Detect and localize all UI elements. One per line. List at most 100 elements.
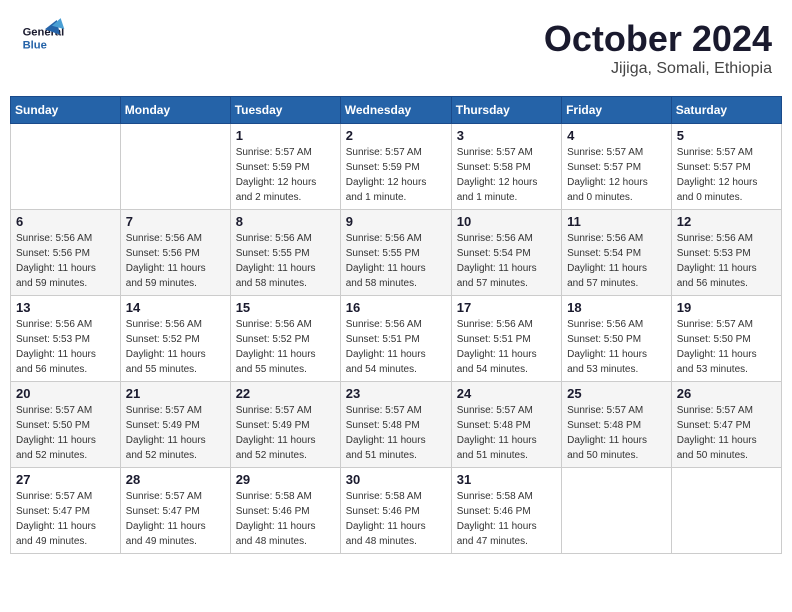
calendar-cell: 25 Sunrise: 5:57 AMSunset: 5:48 PMDayligh… — [562, 382, 672, 468]
day-info: Sunrise: 5:57 AMSunset: 5:58 PMDaylight:… — [457, 145, 556, 205]
calendar-cell — [11, 124, 121, 210]
day-number: 3 — [457, 128, 556, 143]
weekday-header-saturday: Saturday — [671, 97, 781, 124]
calendar-cell: 27Sunrise: 5:57 AMSunset: 5:47 PMDayligh… — [11, 468, 121, 554]
calendar-cell: 7Sunrise: 5:56 AMSunset: 5:56 PMDaylight… — [120, 210, 230, 296]
weekday-header-monday: Monday — [120, 97, 230, 124]
day-number: 31 — [457, 472, 556, 487]
day-info: Sunrise: 5:56 AMSunset: 5:54 PMDaylight:… — [567, 231, 666, 291]
calendar-cell: 10 Sunrise: 5:56 AMSunset: 5:54 PMDayligh… — [451, 210, 561, 296]
day-number: 9 — [346, 214, 446, 229]
title-block: October 2024 Jijiga, Somali, Ethiopia — [544, 18, 772, 78]
calendar-cell: 17Sunrise: 5:56 AMSunset: 5:51 PMDayligh… — [451, 296, 561, 382]
day-number: 28 — [126, 472, 225, 487]
day-number: 16 — [346, 300, 446, 315]
day-number: 10 — [457, 214, 556, 229]
calendar-week-row: 1 Sunrise: 5:57 AMSunset: 5:59 PMDaylight… — [11, 124, 782, 210]
calendar-cell — [671, 468, 781, 554]
day-info: Sunrise: 5:57 AMSunset: 5:59 PMDaylight:… — [346, 145, 446, 205]
calendar-cell: 29 Sunrise: 5:58 AMSunset: 5:46 PMDayligh… — [230, 468, 340, 554]
calendar-cell: 12 Sunrise: 5:56 AMSunset: 5:53 PMDayligh… — [671, 210, 781, 296]
calendar-week-row: 6 Sunrise: 5:56 AMSunset: 5:56 PMDaylight… — [11, 210, 782, 296]
calendar-cell: 9 Sunrise: 5:56 AMSunset: 5:55 PMDaylight… — [340, 210, 451, 296]
day-info: Sunrise: 5:57 AMSunset: 5:48 PMDaylight:… — [457, 403, 556, 463]
calendar-cell: 16 Sunrise: 5:56 AMSunset: 5:51 PMDayligh… — [340, 296, 451, 382]
weekday-header-thursday: Thursday — [451, 97, 561, 124]
calendar-cell: 15 Sunrise: 5:56 AMSunset: 5:52 PMDayligh… — [230, 296, 340, 382]
weekday-header-sunday: Sunday — [11, 97, 121, 124]
calendar-cell: 8Sunrise: 5:56 AMSunset: 5:55 PMDaylight… — [230, 210, 340, 296]
calendar-cell: 28Sunrise: 5:57 AMSunset: 5:47 PMDayligh… — [120, 468, 230, 554]
weekday-header-friday: Friday — [562, 97, 672, 124]
day-number: 5 — [677, 128, 776, 143]
day-number: 8 — [236, 214, 335, 229]
day-info: Sunrise: 5:58 AMSunset: 5:46 PMDaylight:… — [346, 489, 446, 549]
calendar-cell: 1 Sunrise: 5:57 AMSunset: 5:59 PMDaylight… — [230, 124, 340, 210]
calendar-week-row: 13 Sunrise: 5:56 AMSunset: 5:53 PMDayligh… — [11, 296, 782, 382]
day-number: 6 — [16, 214, 115, 229]
day-info: Sunrise: 5:56 AMSunset: 5:52 PMDaylight:… — [236, 317, 335, 377]
calendar-cell — [562, 468, 672, 554]
day-info: Sunrise: 5:58 AMSunset: 5:46 PMDaylight:… — [236, 489, 335, 549]
calendar-cell: 20Sunrise: 5:57 AMSunset: 5:50 PMDayligh… — [11, 382, 121, 468]
day-number: 21 — [126, 386, 225, 401]
weekday-header-tuesday: Tuesday — [230, 97, 340, 124]
calendar-cell: 21 Sunrise: 5:57 AMSunset: 5:49 PMDayligh… — [120, 382, 230, 468]
day-info: Sunrise: 5:57 AMSunset: 5:48 PMDaylight:… — [567, 403, 666, 463]
calendar-cell: 2 Sunrise: 5:57 AMSunset: 5:59 PMDaylight… — [340, 124, 451, 210]
calendar-cell: 18Sunrise: 5:56 AMSunset: 5:50 PMDayligh… — [562, 296, 672, 382]
day-number: 30 — [346, 472, 446, 487]
day-number: 12 — [677, 214, 776, 229]
day-number: 14 — [126, 300, 225, 315]
day-info: Sunrise: 5:56 AMSunset: 5:54 PMDaylight:… — [457, 231, 556, 291]
day-number: 15 — [236, 300, 335, 315]
calendar-cell: 31 Sunrise: 5:58 AMSunset: 5:46 PMDayligh… — [451, 468, 561, 554]
weekday-header-wednesday: Wednesday — [340, 97, 451, 124]
day-number: 18 — [567, 300, 666, 315]
weekday-header-row: SundayMondayTuesdayWednesdayThursdayFrid… — [11, 97, 782, 124]
calendar-cell: 4 Sunrise: 5:57 AMSunset: 5:57 PMDaylight… — [562, 124, 672, 210]
day-info: Sunrise: 5:56 AMSunset: 5:53 PMDaylight:… — [677, 231, 776, 291]
day-info: Sunrise: 5:56 AMSunset: 5:51 PMDaylight:… — [346, 317, 446, 377]
day-info: Sunrise: 5:56 AMSunset: 5:55 PMDaylight:… — [346, 231, 446, 291]
day-info: Sunrise: 5:57 AMSunset: 5:57 PMDaylight:… — [677, 145, 776, 205]
logo-icon: General Blue — [20, 18, 70, 58]
location-subtitle: Jijiga, Somali, Ethiopia — [544, 60, 772, 78]
day-info: Sunrise: 5:57 AMSunset: 5:57 PMDaylight:… — [567, 145, 666, 205]
logo: General Blue — [20, 18, 70, 58]
day-number: 24 — [457, 386, 556, 401]
day-number: 1 — [236, 128, 335, 143]
calendar-cell: 3 Sunrise: 5:57 AMSunset: 5:58 PMDaylight… — [451, 124, 561, 210]
day-info: Sunrise: 5:56 AMSunset: 5:52 PMDaylight:… — [126, 317, 225, 377]
day-info: Sunrise: 5:57 AMSunset: 5:49 PMDaylight:… — [236, 403, 335, 463]
month-title: October 2024 — [544, 18, 772, 60]
calendar-cell: 30 Sunrise: 5:58 AMSunset: 5:46 PMDayligh… — [340, 468, 451, 554]
calendar-cell: 19Sunrise: 5:57 AMSunset: 5:50 PMDayligh… — [671, 296, 781, 382]
calendar-week-row: 20Sunrise: 5:57 AMSunset: 5:50 PMDayligh… — [11, 382, 782, 468]
day-info: Sunrise: 5:57 AMSunset: 5:50 PMDaylight:… — [16, 403, 115, 463]
calendar-cell: 26 Sunrise: 5:57 AMSunset: 5:47 PMDayligh… — [671, 382, 781, 468]
calendar-cell: 13 Sunrise: 5:56 AMSunset: 5:53 PMDayligh… — [11, 296, 121, 382]
day-info: Sunrise: 5:57 AMSunset: 5:47 PMDaylight:… — [677, 403, 776, 463]
calendar-cell: 22 Sunrise: 5:57 AMSunset: 5:49 PMDayligh… — [230, 382, 340, 468]
day-number: 26 — [677, 386, 776, 401]
calendar-cell: 5 Sunrise: 5:57 AMSunset: 5:57 PMDaylight… — [671, 124, 781, 210]
day-number: 13 — [16, 300, 115, 315]
day-number: 4 — [567, 128, 666, 143]
day-number: 19 — [677, 300, 776, 315]
day-info: Sunrise: 5:56 AMSunset: 5:53 PMDaylight:… — [16, 317, 115, 377]
day-info: Sunrise: 5:58 AMSunset: 5:46 PMDaylight:… — [457, 489, 556, 549]
day-info: Sunrise: 5:57 AMSunset: 5:49 PMDaylight:… — [126, 403, 225, 463]
day-number: 25 — [567, 386, 666, 401]
day-number: 29 — [236, 472, 335, 487]
day-number: 11 — [567, 214, 666, 229]
day-number: 22 — [236, 386, 335, 401]
day-number: 2 — [346, 128, 446, 143]
calendar-cell: 11 Sunrise: 5:56 AMSunset: 5:54 PMDayligh… — [562, 210, 672, 296]
day-number: 23 — [346, 386, 446, 401]
calendar-cell: 14 Sunrise: 5:56 AMSunset: 5:52 PMDayligh… — [120, 296, 230, 382]
calendar-cell — [120, 124, 230, 210]
day-info: Sunrise: 5:57 AMSunset: 5:59 PMDaylight:… — [236, 145, 335, 205]
day-info: Sunrise: 5:57 AMSunset: 5:47 PMDaylight:… — [16, 489, 115, 549]
day-info: Sunrise: 5:56 AMSunset: 5:56 PMDaylight:… — [126, 231, 225, 291]
